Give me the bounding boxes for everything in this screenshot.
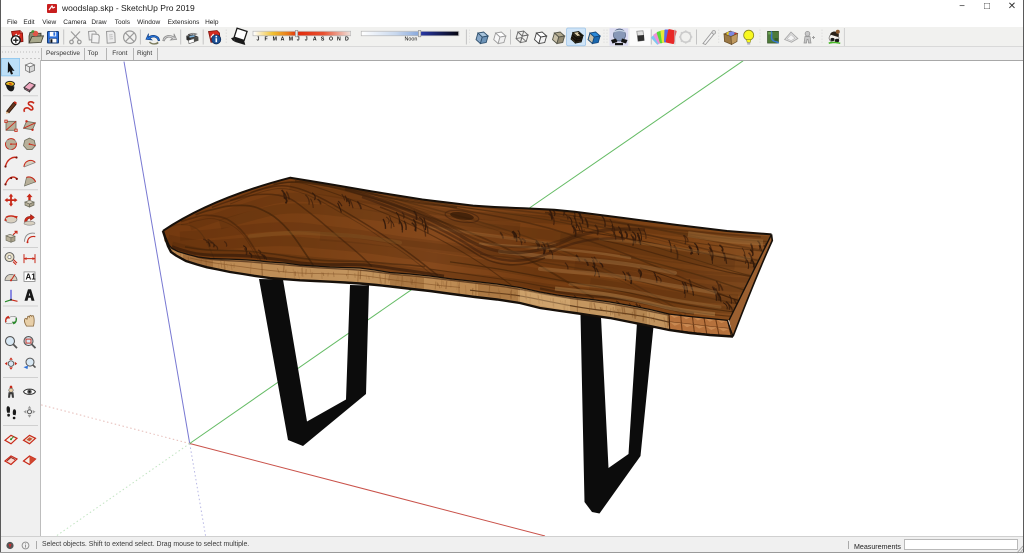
svg-text:J: J bbox=[305, 37, 308, 43]
svg-text:J: J bbox=[257, 37, 260, 43]
svg-text:J: J bbox=[297, 37, 300, 43]
svg-text:D: D bbox=[345, 37, 349, 43]
svg-text:F: F bbox=[265, 37, 268, 43]
svg-text:O: O bbox=[329, 37, 333, 43]
svg-text:A: A bbox=[281, 37, 285, 43]
svg-text:M: M bbox=[289, 37, 293, 43]
svg-text:A: A bbox=[313, 37, 317, 43]
svg-text:A1: A1 bbox=[26, 272, 37, 281]
svg-text:S: S bbox=[321, 37, 325, 43]
svg-text:Noon: Noon bbox=[405, 37, 418, 43]
svg-text:N: N bbox=[337, 37, 341, 43]
svg-text:M: M bbox=[273, 37, 277, 43]
